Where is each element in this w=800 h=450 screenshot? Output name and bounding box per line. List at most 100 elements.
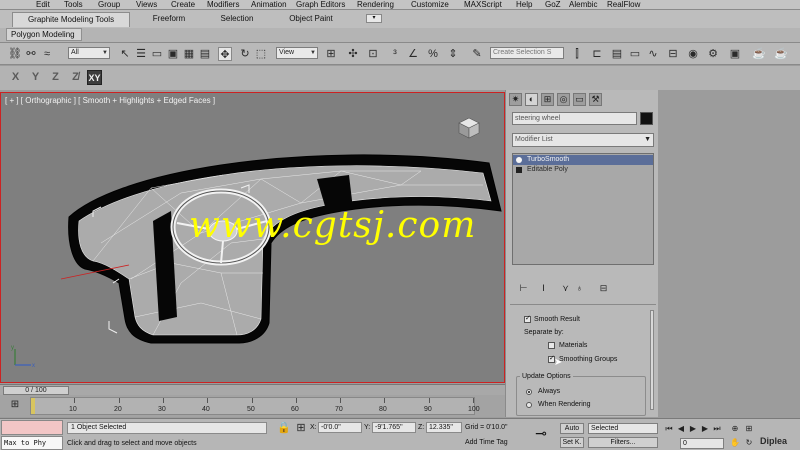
axis-z-button[interactable]: Z [48, 70, 63, 85]
ribbon-toggle-icon[interactable]: ▭ [628, 47, 642, 61]
orthographic-viewport[interactable]: y x [ + ] [ Orthographic ] [ Smooth + Hi… [0, 92, 505, 383]
viewport-label[interactable]: [ + ] [ Orthographic ] [ Smooth + Highli… [5, 96, 215, 105]
tab-modify-icon[interactable]: ◐ [525, 93, 538, 106]
go-to-start-icon[interactable]: ⏮ [664, 424, 674, 434]
x-coordinate-field[interactable]: -0'0.0" [318, 422, 362, 433]
keyboard-shortcut-icon[interactable]: ⊡ [366, 47, 380, 61]
menu-item-views[interactable]: Views [136, 0, 157, 10]
go-to-end-icon[interactable]: ⏭ [712, 424, 722, 434]
angle-snap-icon[interactable]: ∠ [406, 47, 420, 61]
align-icon[interactable]: ⊏ [590, 47, 604, 61]
menu-item-group[interactable]: Group [98, 0, 120, 10]
link-icon[interactable]: ⛓ [8, 47, 22, 61]
axis-xy-button[interactable]: XY [87, 70, 102, 85]
smooth-result-checkbox[interactable] [524, 314, 531, 323]
show-end-result-icon[interactable]: Ⅰ [538, 283, 549, 294]
menu-item-rendering[interactable]: Rendering [357, 0, 394, 10]
next-frame-icon[interactable]: ▶ [700, 424, 710, 434]
menu-item-realflow[interactable]: RealFlow [607, 0, 640, 10]
tab-graphite-modeling-tools[interactable]: Graphite Modeling Tools [12, 12, 130, 27]
absolute-mode-icon[interactable]: ⊞ [294, 421, 308, 435]
materials-checkbox[interactable] [548, 342, 555, 349]
tab-motion-icon[interactable]: ◎ [557, 93, 570, 106]
zoom-icon[interactable]: ⊕ [730, 424, 740, 434]
menu-item-graph-editors[interactable]: Graph Editors [296, 0, 345, 10]
schematic-view-icon[interactable]: ⊟ [666, 47, 680, 61]
tab-object-paint[interactable]: Object Paint [280, 12, 342, 27]
menu-item-maxscript[interactable]: MAXScript [464, 0, 502, 10]
object-name-input[interactable]: steering wheel [512, 112, 637, 125]
menu-item-alembic[interactable]: Alembic [569, 0, 597, 10]
render-setup-icon[interactable]: ⚙ [706, 47, 720, 61]
stack-item-editable-poly[interactable]: Editable Poly [513, 165, 653, 175]
render-iterative-icon[interactable]: ☕ [774, 47, 788, 61]
percent-snap-icon[interactable]: % [426, 47, 440, 61]
maxscript-listener-output[interactable] [1, 420, 63, 435]
z-coordinate-field[interactable]: 12.335" [426, 422, 462, 433]
create-selection-set-input[interactable]: Create Selection S [490, 47, 564, 59]
object-color-swatch[interactable] [640, 112, 653, 125]
menu-item-help[interactable]: Help [516, 0, 532, 10]
mirror-icon[interactable]: ⫿ [570, 47, 584, 61]
axis-x-button[interactable]: X [8, 70, 23, 85]
track-bar[interactable]: ⊞ 10 20 30 40 50 60 70 80 90 100 [0, 395, 505, 417]
set-key-icon[interactable]: ⊸ [530, 425, 552, 441]
modifier-list-dropdown[interactable]: Modifier List ▼ [512, 133, 654, 147]
lightbulb-icon[interactable] [516, 157, 522, 163]
tab-polygon-modeling[interactable]: Polygon Modeling [6, 28, 82, 41]
y-coordinate-field[interactable]: -9'1.765" [372, 422, 416, 433]
tab-display-icon[interactable]: ▭ [573, 93, 586, 106]
previous-frame-icon[interactable]: ◀ [676, 424, 686, 434]
zoom-all-icon[interactable]: ⊞ [744, 424, 754, 434]
lock-selection-icon[interactable]: 🔒 [277, 421, 291, 435]
menu-item-edit[interactable]: Edit [36, 0, 50, 10]
axis-z-alt-icon[interactable]: Z̸ [68, 70, 83, 85]
select-object-icon[interactable]: ↖ [118, 47, 132, 61]
remove-modifier-icon[interactable]: ♁ [574, 283, 585, 294]
key-filter-dropdown[interactable]: Selected [588, 423, 658, 434]
pin-stack-icon[interactable]: ⊢ [518, 283, 529, 294]
reference-coordinate-dropdown[interactable]: View ▼ [276, 47, 318, 59]
play-icon[interactable]: ▶ [688, 424, 698, 434]
select-and-rotate-icon[interactable]: ↻ [238, 47, 252, 61]
layer-manager-icon[interactable]: ▤ [610, 47, 624, 61]
time-slider-thumb[interactable]: 0 / 100 [3, 386, 69, 395]
add-time-tag-button[interactable]: Add Time Tag [465, 439, 508, 446]
select-manipulate-icon[interactable]: ✣ [346, 47, 360, 61]
snaps-toggle-icon[interactable]: ³ [388, 47, 402, 61]
set-key-button[interactable]: Set K. [560, 437, 584, 448]
always-radio[interactable] [526, 389, 532, 395]
viewcube-icon[interactable] [456, 115, 482, 141]
mini-curve-editor-icon[interactable]: ⊞ [8, 399, 22, 411]
ribbon-options-icon[interactable]: ▾ [366, 14, 382, 23]
menu-item-create[interactable]: Create [171, 0, 195, 10]
paint-selection-icon[interactable]: ▦ [182, 47, 196, 61]
tab-utilities-icon[interactable]: ⚒ [589, 93, 602, 106]
spinner-snap-icon[interactable]: ⇕ [446, 47, 460, 61]
tab-create-icon[interactable]: ✷ [509, 93, 522, 106]
curve-editor-icon[interactable]: ∿ [646, 47, 660, 61]
edit-named-selection-icon[interactable]: ✎ [470, 47, 484, 61]
tab-selection[interactable]: Selection [208, 12, 266, 27]
material-editor-icon[interactable]: ◉ [686, 47, 700, 61]
time-slider[interactable]: 0 / 100 [0, 384, 505, 395]
stack-item-turbosmooth[interactable]: TurboSmooth [513, 155, 653, 165]
render-production-icon[interactable]: ☕ [752, 47, 766, 61]
command-panel-scrollbar[interactable] [650, 310, 654, 410]
configure-modifier-sets-icon[interactable]: ⊟ [598, 283, 609, 294]
rendered-frame-window-icon[interactable]: ▣ [728, 47, 742, 61]
key-filters-button[interactable]: Filters... [588, 437, 658, 448]
menu-item-goz[interactable]: GoZ [545, 0, 561, 10]
selection-region-icon[interactable]: ▭ [150, 47, 164, 61]
menu-item-animation[interactable]: Animation [251, 0, 287, 10]
select-by-name-icon[interactable]: ☰ [134, 47, 148, 61]
track-ruler[interactable]: 10 20 30 40 50 60 70 80 90 100 [30, 397, 480, 415]
expand-box-icon[interactable] [516, 167, 522, 173]
bind-spacewarp-icon[interactable]: ≈ [40, 47, 54, 61]
make-unique-icon[interactable]: ⋎ [560, 283, 571, 294]
axis-y-button[interactable]: Y [28, 70, 43, 85]
pivot-center-icon[interactable]: ⊞ [324, 47, 338, 61]
window-crossing-icon[interactable]: ▣ [166, 47, 180, 61]
auto-key-button[interactable]: Auto [560, 423, 584, 434]
select-and-scale-icon[interactable]: ⬚ [254, 47, 268, 61]
